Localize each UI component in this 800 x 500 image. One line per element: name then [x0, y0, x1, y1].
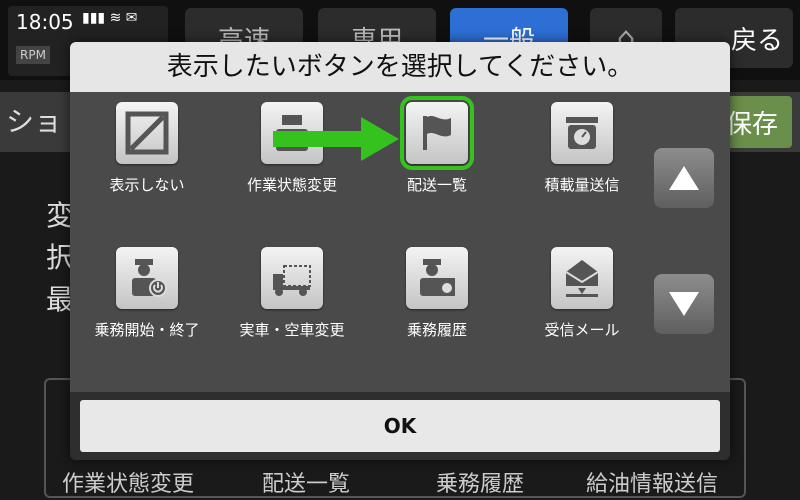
signal-icon: ▮▮▮ ≋ ✉ [82, 10, 138, 26]
triangle-up-icon [669, 166, 699, 190]
clock: 18:05 [16, 10, 74, 34]
no-display-icon [116, 102, 178, 164]
tile-occupied-vacant-change[interactable]: 実車・空車変更 [222, 247, 362, 340]
back-label: 戻る [730, 25, 783, 56]
tile-label: 受信メール [544, 321, 620, 339]
tile-label: 乗務開始・終了 [94, 321, 200, 339]
tile-load-send[interactable]: 積載量送信 [512, 102, 652, 195]
bg-button-delivery-list[interactable]: 配送一覧 [262, 466, 350, 498]
driver-power-icon [116, 247, 178, 309]
select-button-dialog: 表示したいボタンを選択してください。 表示しない 作業状態変更 配送一覧 積載量… [70, 42, 730, 460]
truck-icon [261, 247, 323, 309]
ok-button[interactable]: OK [80, 400, 720, 452]
shortcut-label: ショ [6, 105, 63, 138]
tile-label: 作業状態変更 [246, 176, 337, 194]
tile-label: 積載量送信 [544, 176, 620, 194]
scroll-up-button[interactable] [654, 148, 714, 208]
scroll-down-button[interactable] [654, 274, 714, 334]
mail-receive-icon [551, 247, 613, 309]
rpm-gauge: RPM [16, 46, 50, 64]
dialog-footer: OK [70, 392, 730, 460]
driver-history-icon [406, 247, 468, 309]
tile-received-mail[interactable]: 受信メール [512, 247, 652, 340]
tile-label: 配送一覧 [406, 176, 467, 194]
tile-label: 表示しない [109, 176, 185, 194]
tile-duty-start-end[interactable]: 乗務開始・終了 [77, 247, 217, 340]
bg-button-fuel-info[interactable]: 給油情報送信 [586, 466, 718, 498]
flag-icon [400, 96, 474, 170]
tile-label: 乗務履歴 [406, 321, 467, 339]
tile-no-display[interactable]: 表示しない [77, 102, 217, 195]
bg-button-work-status[interactable]: 作業状態変更 [62, 466, 194, 498]
tile-duty-history[interactable]: 乗務履歴 [367, 247, 507, 340]
bg-button-duty-history[interactable]: 乗務履歴 [436, 466, 524, 498]
triangle-down-icon [669, 292, 699, 316]
pointer-arrow-icon [273, 117, 399, 161]
dialog-title: 表示したいボタンを選択してください。 [70, 42, 730, 92]
scale-icon [551, 102, 613, 164]
tile-label: 実車・空車変更 [239, 321, 345, 339]
